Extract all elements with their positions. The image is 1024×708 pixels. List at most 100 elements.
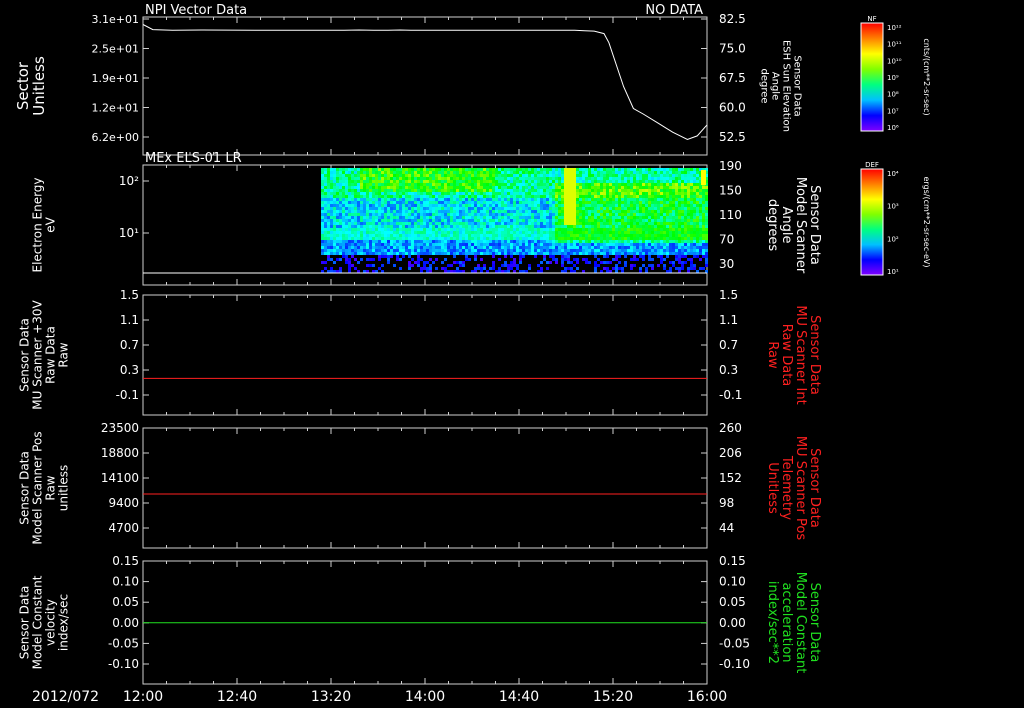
heat-cell bbox=[579, 249, 582, 252]
heat-cell bbox=[456, 216, 459, 219]
heat-cell bbox=[384, 186, 387, 189]
heat-cell bbox=[630, 177, 633, 180]
heat-cell bbox=[351, 192, 354, 195]
heat-cell bbox=[492, 207, 495, 210]
heat-cell bbox=[648, 192, 651, 195]
heat-cell bbox=[324, 216, 327, 219]
heat-cell bbox=[396, 237, 399, 240]
heat-cell bbox=[612, 216, 615, 219]
heat-cell bbox=[525, 243, 528, 246]
heat-cell bbox=[426, 171, 429, 174]
heat-cell bbox=[606, 216, 609, 219]
right-axis-label: Angle bbox=[770, 72, 781, 100]
heat-cell bbox=[492, 213, 495, 216]
heat-cell bbox=[324, 192, 327, 195]
heat-cell bbox=[588, 204, 591, 207]
heat-cell bbox=[699, 234, 702, 237]
heat-cell bbox=[501, 171, 504, 174]
heat-cell bbox=[495, 204, 498, 207]
heat-cell bbox=[396, 225, 399, 228]
heat-cell bbox=[639, 204, 642, 207]
heat-cell bbox=[534, 204, 537, 207]
heat-cell bbox=[486, 174, 489, 177]
heat-cell bbox=[384, 195, 387, 198]
left-tick-label: -0.1 bbox=[116, 388, 139, 402]
heat-cell bbox=[582, 183, 585, 186]
heat-cell bbox=[687, 210, 690, 213]
heat-cell bbox=[666, 177, 669, 180]
heat-cell bbox=[561, 222, 564, 225]
heat-cell bbox=[390, 186, 393, 189]
heat-cell bbox=[531, 168, 534, 171]
heat-cell bbox=[582, 204, 585, 207]
heat-cell bbox=[540, 180, 543, 183]
heat-cell bbox=[675, 258, 678, 261]
heat-cell bbox=[687, 198, 690, 201]
heat-cell bbox=[498, 267, 501, 270]
heat-cell bbox=[444, 171, 447, 174]
heat-cell bbox=[498, 174, 501, 177]
heat-cell bbox=[507, 180, 510, 183]
heat-cell bbox=[366, 228, 369, 231]
heat-cell bbox=[567, 225, 570, 228]
heat-cell bbox=[654, 177, 657, 180]
heat-cell bbox=[591, 228, 594, 231]
heat-cell bbox=[702, 243, 705, 246]
heat-cell bbox=[657, 249, 660, 252]
heat-cell bbox=[510, 216, 513, 219]
right-axis-label: acceleration bbox=[779, 582, 794, 662]
heat-cell bbox=[474, 189, 477, 192]
heat-cell bbox=[354, 237, 357, 240]
heat-cell bbox=[336, 237, 339, 240]
heat-cell bbox=[333, 177, 336, 180]
heat-cell bbox=[588, 231, 591, 234]
heat-cell bbox=[393, 222, 396, 225]
heat-cell bbox=[447, 201, 450, 204]
heat-cell bbox=[414, 225, 417, 228]
heat-cell bbox=[486, 207, 489, 210]
heat-cell bbox=[378, 234, 381, 237]
heat-cell bbox=[606, 210, 609, 213]
heat-cell bbox=[495, 180, 498, 183]
heat-cell bbox=[405, 234, 408, 237]
heat-cell bbox=[585, 186, 588, 189]
heat-cell bbox=[576, 252, 579, 255]
heat-cell bbox=[423, 240, 426, 243]
left-tick-label: -0.05 bbox=[108, 636, 139, 650]
heat-cell bbox=[423, 210, 426, 213]
heat-cell bbox=[420, 267, 423, 270]
heat-cell bbox=[540, 198, 543, 201]
heat-cell bbox=[507, 183, 510, 186]
heat-cell bbox=[615, 231, 618, 234]
heat-cell bbox=[561, 195, 564, 198]
heat-cell bbox=[411, 183, 414, 186]
heat-cell bbox=[441, 249, 444, 252]
heat-cell bbox=[540, 234, 543, 237]
heat-cell bbox=[378, 213, 381, 216]
heat-cell bbox=[405, 231, 408, 234]
heat-cell bbox=[423, 219, 426, 222]
colorbar-rect bbox=[860, 22, 884, 132]
heat-cell bbox=[591, 174, 594, 177]
heat-cell bbox=[540, 237, 543, 240]
heat-cell bbox=[417, 174, 420, 177]
heat-cell bbox=[606, 237, 609, 240]
heat-cell bbox=[585, 213, 588, 216]
heat-cell bbox=[525, 168, 528, 171]
heat-cell bbox=[621, 195, 624, 198]
heat-cell bbox=[435, 177, 438, 180]
heat-cell bbox=[666, 186, 669, 189]
heat-cell bbox=[354, 171, 357, 174]
heat-cell bbox=[525, 219, 528, 222]
heat-cell bbox=[624, 249, 627, 252]
heat-cell bbox=[351, 264, 354, 267]
heat-cell bbox=[507, 219, 510, 222]
heat-cell bbox=[600, 213, 603, 216]
heat-cell bbox=[702, 192, 705, 195]
heat-cell bbox=[513, 198, 516, 201]
heat-cell bbox=[705, 225, 708, 228]
heat-cell bbox=[432, 210, 435, 213]
heat-cell bbox=[567, 183, 570, 186]
heat-cell bbox=[348, 225, 351, 228]
heat-cell bbox=[672, 171, 675, 174]
